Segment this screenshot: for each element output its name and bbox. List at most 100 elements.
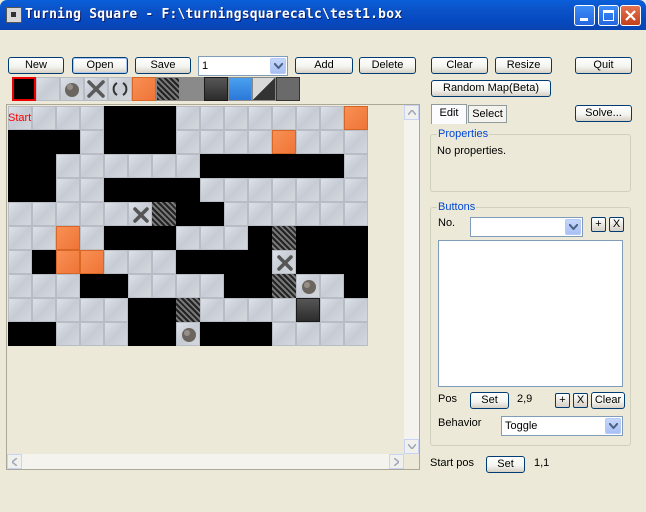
wall-tile[interactable] xyxy=(248,274,272,298)
wall-tile[interactable] xyxy=(320,154,344,178)
floor-tile[interactable] xyxy=(104,154,128,178)
map-grid[interactable] xyxy=(8,106,368,346)
floor-tile[interactable] xyxy=(128,274,152,298)
wall-tile[interactable] xyxy=(224,322,248,346)
wall-tile[interactable] xyxy=(176,250,200,274)
floor-tile[interactable] xyxy=(56,274,80,298)
floor-tile[interactable] xyxy=(344,178,368,202)
floor-tile[interactable] xyxy=(320,322,344,346)
dark-tile[interactable] xyxy=(296,298,320,322)
wall-tile[interactable] xyxy=(128,178,152,202)
wall-tile[interactable] xyxy=(32,130,56,154)
floor-tile[interactable] xyxy=(224,178,248,202)
floor-tile[interactable] xyxy=(224,298,248,322)
floor-tile[interactable] xyxy=(56,106,80,130)
floor-tile[interactable] xyxy=(272,106,296,130)
blue-tile-icon[interactable] xyxy=(228,77,252,101)
floor-tile[interactable] xyxy=(8,226,32,250)
delete-map-button[interactable]: Delete xyxy=(359,57,416,74)
wall-tile[interactable] xyxy=(248,250,272,274)
floor-tile[interactable] xyxy=(344,130,368,154)
wall-tile[interactable] xyxy=(152,322,176,346)
floor-tile[interactable] xyxy=(32,106,56,130)
wall-tile[interactable] xyxy=(32,154,56,178)
wall-tile[interactable] xyxy=(104,130,128,154)
hatched-tile[interactable] xyxy=(176,298,200,322)
add-pos-plus[interactable]: + xyxy=(555,393,570,408)
orange-tile-icon[interactable] xyxy=(132,77,156,101)
floor-tile[interactable] xyxy=(320,106,344,130)
scroll-right-icon[interactable] xyxy=(389,454,404,469)
floor-tile[interactable] xyxy=(224,130,248,154)
minimize-button[interactable] xyxy=(574,5,595,26)
new-button[interactable]: New xyxy=(8,57,64,74)
wall-tile[interactable] xyxy=(248,154,272,178)
floor-tile[interactable] xyxy=(128,154,152,178)
save-button[interactable]: Save xyxy=(135,57,191,74)
wall-tile[interactable] xyxy=(56,130,80,154)
wall-tile[interactable] xyxy=(128,226,152,250)
ball-tile[interactable] xyxy=(296,274,320,298)
maximize-button[interactable] xyxy=(598,5,619,26)
wall-tile[interactable] xyxy=(8,322,32,346)
floor-tile[interactable] xyxy=(320,202,344,226)
set-start-pos-button[interactable]: Set xyxy=(486,456,525,473)
floor-tile[interactable] xyxy=(344,322,368,346)
wall-tile[interactable] xyxy=(8,130,32,154)
wall-tile[interactable] xyxy=(104,226,128,250)
wall-tile[interactable] xyxy=(344,274,368,298)
open-button[interactable]: Open xyxy=(72,57,128,74)
floor-tile[interactable] xyxy=(176,226,200,250)
wall-tile[interactable] xyxy=(32,322,56,346)
behavior-select[interactable]: Toggle xyxy=(501,416,623,436)
floor-tile[interactable] xyxy=(80,202,104,226)
chevron-down-icon[interactable] xyxy=(565,219,581,235)
quit-button[interactable]: Quit xyxy=(575,57,632,74)
wall-tile[interactable] xyxy=(128,106,152,130)
wall-tile[interactable] xyxy=(80,274,104,298)
floor-tile[interactable] xyxy=(104,250,128,274)
chevron-down-icon[interactable] xyxy=(270,58,286,74)
title-bar[interactable]: Turning Square - F:\turningsquarecalc\te… xyxy=(0,0,646,30)
ball-icon[interactable] xyxy=(60,77,84,101)
floor-tile[interactable] xyxy=(80,154,104,178)
wall-tile[interactable] xyxy=(176,178,200,202)
wall-tile[interactable] xyxy=(128,298,152,322)
scroll-up-icon[interactable] xyxy=(404,105,419,120)
floor-tile[interactable] xyxy=(320,298,344,322)
wall-tile[interactable] xyxy=(248,322,272,346)
floor-tile[interactable] xyxy=(200,226,224,250)
scroll-left-icon[interactable] xyxy=(7,454,22,469)
wall-tile[interactable] xyxy=(128,130,152,154)
floor-tile[interactable] xyxy=(80,178,104,202)
floor-tile[interactable] xyxy=(248,130,272,154)
wall-tile[interactable] xyxy=(296,250,320,274)
wall-tile[interactable] xyxy=(320,226,344,250)
random-map-button[interactable]: Random Map(Beta) xyxy=(431,80,551,97)
floor-tile[interactable] xyxy=(56,202,80,226)
floor-tile[interactable] xyxy=(8,250,32,274)
floor-tile[interactable] xyxy=(104,202,128,226)
x-mark-tile[interactable] xyxy=(272,250,296,274)
add-button-plus[interactable]: + xyxy=(591,217,606,232)
scroll-down-icon[interactable] xyxy=(404,439,419,454)
close-button[interactable] xyxy=(620,5,641,26)
ball-tile[interactable] xyxy=(176,322,200,346)
chevron-down-icon[interactable] xyxy=(605,418,621,434)
floor-tile[interactable] xyxy=(80,130,104,154)
wall-tile[interactable] xyxy=(128,322,152,346)
map-select[interactable]: 1 xyxy=(198,56,288,76)
floor-tile[interactable] xyxy=(8,274,32,298)
floor-tile[interactable] xyxy=(200,298,224,322)
floor-tile[interactable] xyxy=(8,298,32,322)
floor-tile[interactable] xyxy=(344,202,368,226)
gray-tile-icon[interactable] xyxy=(180,77,204,101)
wall-tile[interactable] xyxy=(152,130,176,154)
floor-tile[interactable] xyxy=(152,274,176,298)
floor-tile[interactable] xyxy=(176,154,200,178)
floor-tile[interactable] xyxy=(32,274,56,298)
wall-tile[interactable] xyxy=(224,154,248,178)
floor-tile[interactable] xyxy=(272,298,296,322)
wall-tile[interactable] xyxy=(152,226,176,250)
wall-tile[interactable] xyxy=(272,154,296,178)
